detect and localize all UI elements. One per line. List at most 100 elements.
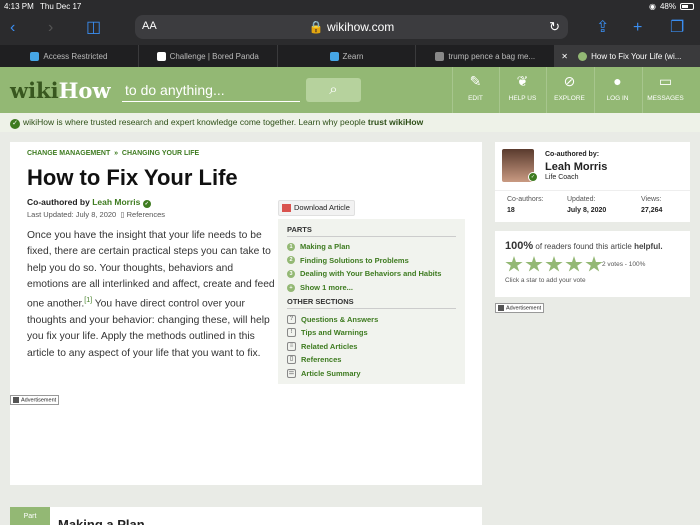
advertisement-tag: Advertisement (495, 303, 545, 314)
toc-part-3[interactable]: 3 Dealing with Your Behaviors and Habits (287, 267, 456, 281)
tabs-overview-icon[interactable]: ❐ (670, 18, 684, 38)
tab-zearn[interactable]: Zearn (278, 45, 417, 67)
vote-prompt: Click a star to add your vote (505, 277, 586, 284)
status-time: 4:13 PM (4, 2, 34, 11)
tab-label: trump pence a bag me... (448, 51, 536, 61)
search-input[interactable]: to do anything... (122, 78, 300, 102)
toc-other-heading: OTHER SECTIONS (287, 297, 456, 310)
toc-label: Show 1 more... (300, 283, 353, 293)
star-icon[interactable] (545, 256, 563, 272)
breadcrumb-separator: » (114, 150, 119, 157)
toc-label: Article Summary (301, 369, 361, 379)
toc-related-articles[interactable]: ≡ Related Articles (287, 340, 456, 354)
nav-messages[interactable]: ▭ MESSAGES (642, 67, 688, 113)
toc-part-2[interactable]: 2 Finding Solutions to Problems (287, 254, 456, 268)
trust-banner: ✓ wikiHow is where trusted research and e… (0, 113, 700, 132)
tab-bar: Access Restricted Challenge | Bored Pand… (0, 45, 700, 67)
star-icon[interactable] (565, 256, 583, 272)
breadcrumb: CHANGE MANAGEMENT » CHANGING YOUR LIFE (27, 150, 199, 157)
plus-icon: + (287, 283, 295, 292)
article-card: CHANGE MANAGEMENT » CHANGING YOUR LIFE H… (10, 142, 482, 485)
wikihow-favicon-icon (578, 51, 588, 61)
coauthor-label: Co-authored by: (545, 151, 600, 158)
breadcrumb-change-management[interactable]: CHANGE MANAGEMENT (27, 150, 110, 157)
nav-label: EXPLORE (554, 95, 585, 102)
trust-link[interactable]: trust wikiHow (368, 117, 423, 127)
compass-icon: ⊘ (563, 73, 576, 89)
updated-line: Last Updated: July 8, 2020 ▯ References (27, 210, 165, 219)
nav-log-in[interactable]: ● LOG IN (594, 67, 640, 113)
tab-how-to-fix[interactable]: ✕ How to Fix Your Life (wi... (555, 45, 700, 67)
pencil-icon: ✎ (469, 73, 482, 89)
part-number-badge: 3 (287, 269, 295, 278)
tab-access-restricted[interactable]: Access Restricted (0, 45, 139, 67)
stat-coauthors: Co-authors: 18 (507, 196, 544, 214)
bookmarks-icon[interactable]: ◫ (86, 18, 101, 38)
last-updated: Last Updated: July 8, 2020 (27, 210, 117, 219)
new-tab-icon[interactable]: + (633, 18, 642, 38)
part-number-badge: 1 (287, 242, 295, 251)
author-name[interactable]: Leah Morris (545, 161, 607, 173)
ad-label: Advertisement (506, 305, 542, 312)
coauthor-link[interactable]: Leah Morris (92, 197, 140, 207)
back-icon[interactable]: ‹ (10, 18, 15, 38)
share-icon[interactable]: ⇪ (596, 18, 609, 38)
trust-text: wikiHow is where trusted research and ex… (23, 117, 368, 127)
stat-value: 18 (507, 207, 515, 214)
search-button[interactable]: ⌕ (306, 78, 361, 102)
reload-icon[interactable]: ↻ (549, 19, 560, 35)
toc-references[interactable]: ▯ References (287, 353, 456, 367)
tab-label: Zearn (342, 51, 364, 61)
tab-bored-panda[interactable]: Challenge | Bored Panda (139, 45, 278, 67)
references-link[interactable]: References (127, 210, 165, 219)
battery-percent: 48% (659, 2, 676, 11)
tab-trump-pence[interactable]: trump pence a bag me... (416, 45, 556, 67)
intro-text: Once you have the insight that your life… (27, 228, 275, 362)
toc-label: References (301, 355, 342, 365)
nav-explore[interactable]: ⊘ EXPLORE (546, 67, 592, 113)
bored-panda-favicon-icon (156, 51, 166, 61)
toc-part-1[interactable]: 1 Making a Plan (287, 240, 456, 254)
breadcrumb-changing-your-life[interactable]: CHANGING YOUR LIFE (122, 150, 199, 157)
site-header: wikiHow to do anything... ⌕ ✎ EDIT ❦ HELP … (0, 67, 700, 113)
ad-icon (498, 305, 504, 311)
search-icon: ⌕ (329, 81, 338, 98)
tab-label: Challenge | Bored Panda (169, 51, 259, 61)
download-article-button[interactable]: Download Article (278, 200, 355, 216)
close-tab-icon[interactable]: ✕ (561, 52, 568, 61)
document-icon: ▯ (120, 210, 125, 219)
wikihow-logo[interactable]: wikiHow (10, 78, 111, 103)
star-icon[interactable] (585, 256, 603, 272)
coauthor-line: Co-authored by Leah Morris ✓ (27, 197, 151, 208)
star-icon[interactable] (505, 256, 523, 272)
logo-part-how: How (58, 78, 111, 103)
toc-label: Tips and Warnings (301, 328, 368, 338)
toc-parts-heading: PARTS (287, 225, 456, 237)
toc-tips-warnings[interactable]: ! Tips and Warnings (287, 326, 456, 340)
forward-icon[interactable]: › (48, 18, 53, 38)
nav-help-us[interactable]: ❦ HELP US (499, 67, 545, 113)
check-circle-icon: ✓ (10, 119, 20, 129)
google-favicon-icon (435, 51, 445, 61)
download-label: Download Article (294, 203, 350, 212)
status-right: ◉ 48% (649, 2, 694, 11)
alert-icon: ! (287, 328, 296, 338)
toc-article-summary[interactable]: ☰ Article Summary (287, 367, 456, 381)
list-icon: ☰ (287, 369, 296, 379)
nav-edit[interactable]: ✎ EDIT (452, 67, 498, 113)
toc-label: Making a Plan (300, 242, 351, 252)
address-bar[interactable]: AA 🔒 wikihow.com ↻ (135, 15, 568, 39)
nav-label: EDIT (468, 95, 483, 102)
messages-icon: ▭ (658, 73, 673, 89)
toc-questions-answers[interactable]: ? Questions & Answers (287, 312, 456, 326)
stat-label: Updated: (567, 196, 596, 203)
table-of-contents: PARTS 1 Making a Plan 2 Finding Solutions … (278, 219, 465, 384)
advertisement-tag: Advertisement (10, 395, 60, 406)
citation-link[interactable]: [1] (84, 297, 92, 304)
nav-label: HELP US (508, 95, 537, 102)
stat-updated: Updated: July 8, 2020 (567, 196, 606, 214)
ad-icon (13, 397, 19, 403)
toc-show-more[interactable]: + Show 1 more... (287, 281, 456, 295)
star-icon[interactable] (525, 256, 543, 272)
stat-views: Views: 27,264 (641, 196, 662, 214)
